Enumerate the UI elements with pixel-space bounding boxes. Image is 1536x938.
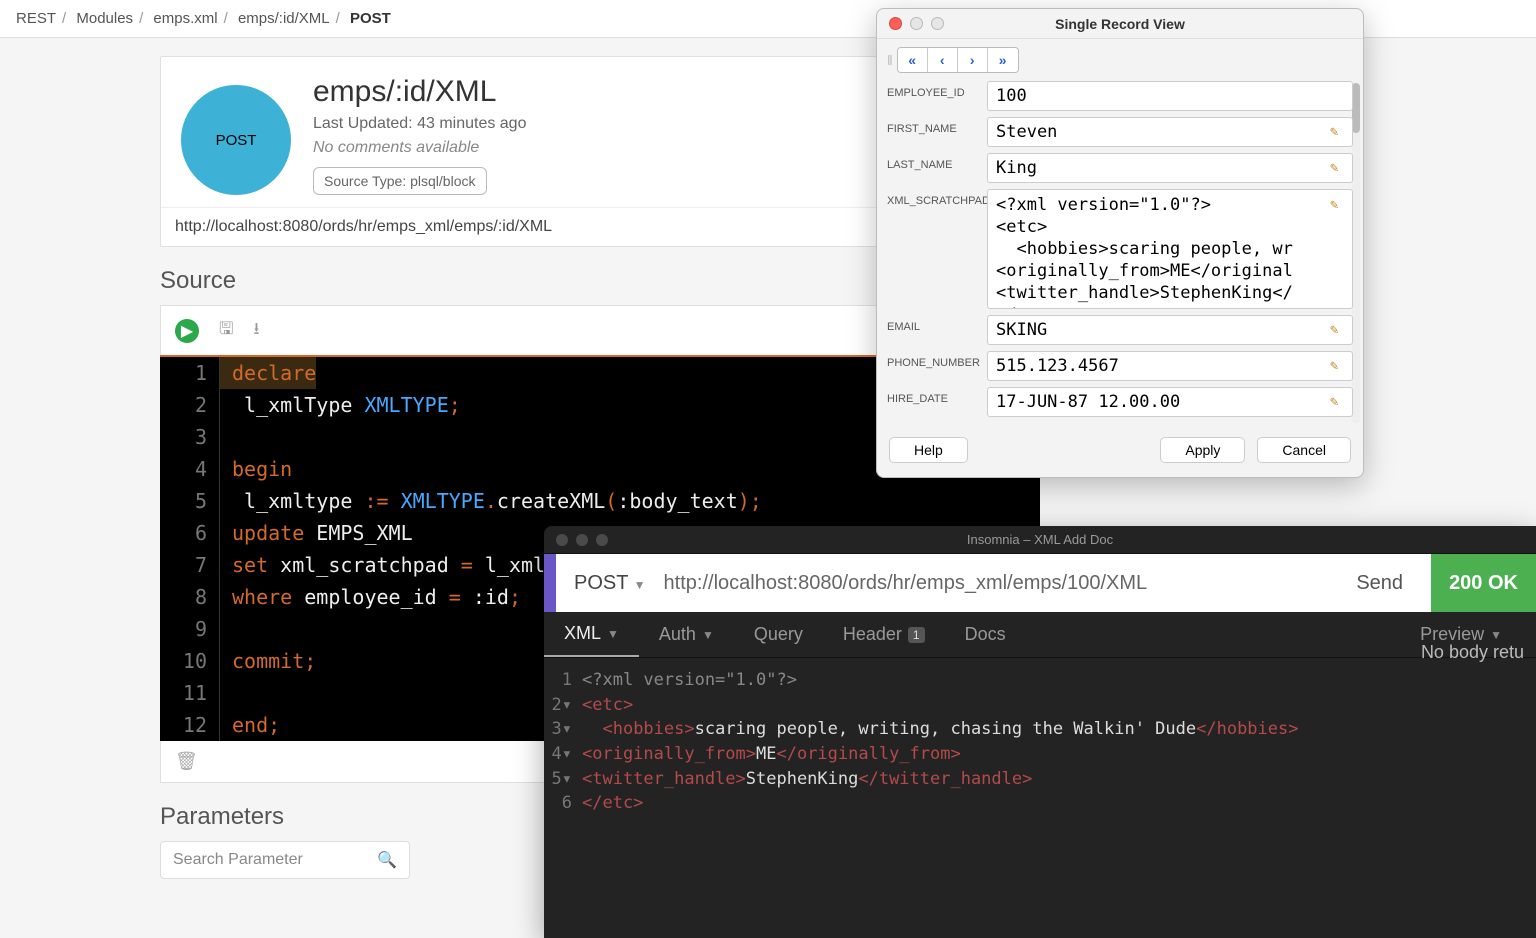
field-value[interactable]: Steven✎ [987,117,1353,147]
env-stripe [544,554,556,612]
field-row: FIRST_NAMESteven✎ [887,117,1353,147]
field-value[interactable]: SKING✎ [987,315,1353,345]
request-body-editor[interactable]: 12▾3▾4▾5▾6 <?xml version="1.0"?><etc> <h… [544,658,1536,826]
srv-title: Single Record View [877,16,1363,32]
tab-query[interactable]: Query [734,612,823,657]
header-count-badge: 1 [908,627,925,643]
field-value[interactable]: King✎ [987,153,1353,183]
srv-scrollbar[interactable] [1352,83,1360,423]
field-label: PHONE_NUMBER [887,351,987,369]
pencil-icon[interactable]: ✎ [1330,160,1346,176]
field-label: XML_SCRATCHPAD [887,189,987,207]
nav-next-button[interactable]: › [958,48,988,72]
nav-prev-button[interactable]: ‹ [928,48,958,72]
field-value[interactable]: 17-JUN-87 12.00.00✎ [987,387,1353,417]
last-updated: Last Updated: 43 minutes ago [313,115,526,133]
field-label: FIRST_NAME [887,117,987,135]
pencil-icon[interactable]: ✎ [1330,196,1346,212]
pencil-icon[interactable]: ✎ [1330,124,1346,140]
field-row: HIRE_DATE17-JUN-87 12.00.00✎ [887,387,1353,417]
save-icon[interactable]: 🖫 [219,316,233,345]
pencil-icon[interactable]: ✎ [1330,322,1346,338]
field-row: EMAILSKING✎ [887,315,1353,345]
search-icon: 🔍 [377,850,397,870]
field-label: LAST_NAME [887,153,987,171]
crumb-rest[interactable]: REST [16,10,56,27]
crumb-modules[interactable]: Modules [76,10,133,27]
nav-first-button[interactable]: « [898,48,928,72]
send-button[interactable]: Send [1356,572,1413,595]
run-button[interactable]: ▶ [175,319,199,343]
field-value[interactable]: 100 [987,81,1353,111]
comments-placeholder: No comments available [313,139,526,157]
parameter-search-input[interactable]: Search Parameter 🔍 [160,841,410,879]
tab-auth[interactable]: Auth ▼ [639,612,734,657]
field-label: EMPLOYEE_ID [887,81,987,99]
parameter-search-placeholder: Search Parameter [173,851,303,869]
field-row: PHONE_NUMBER515.123.4567✎ [887,351,1353,381]
apply-button[interactable]: Apply [1160,437,1245,463]
tab-docs[interactable]: Docs [945,612,1026,657]
tab-header[interactable]: Header 1 [823,612,945,657]
help-button[interactable]: Help [889,437,968,463]
request-url-input[interactable]: http://localhost:8080/ords/hr/emps_xml/e… [664,572,1339,595]
response-status-badge: 200 OK [1431,554,1536,612]
field-value[interactable]: 515.123.4567✎ [987,351,1353,381]
field-row: XML_SCRATCHPAD<?xml version="1.0"?> <etc… [887,189,1353,309]
handler-title: emps/:id/XML [313,75,526,109]
crumb-template[interactable]: emps/:id/XML [238,10,330,27]
http-method-badge: POST [181,85,291,195]
pencil-icon[interactable]: ✎ [1330,358,1346,374]
download-icon[interactable]: ⭳ [253,316,259,345]
insomnia-window: Insomnia – XML Add Doc POST ▼ http://loc… [544,526,1536,938]
response-body-text: No body retu [1421,642,1524,663]
request-method[interactable]: POST ▼ [574,572,646,595]
pencil-icon[interactable]: ✎ [1330,394,1346,410]
insomnia-title: Insomnia – XML Add Doc [544,532,1536,547]
field-row: EMPLOYEE_ID100 [887,81,1353,111]
source-type-pill: Source Type: plsql/block [313,167,487,195]
tab-body-xml[interactable]: XML ▼ [544,612,639,657]
crumb-post: POST [350,10,391,27]
caret-down-icon: ▼ [634,578,646,592]
field-row: LAST_NAMEKing✎ [887,153,1353,183]
crumb-empsxml[interactable]: emps.xml [153,10,217,27]
srv-nav: ‖ « ‹ › » [877,39,1363,77]
insomnia-titlebar[interactable]: Insomnia – XML Add Doc [544,526,1536,554]
single-record-view-window: Single Record View ‖ « ‹ › » EMPLOYEE_ID… [876,8,1364,478]
trash-icon[interactable]: 🗑 [175,751,198,771]
field-value[interactable]: <?xml version="1.0"?> <etc> <hobbies>sca… [987,189,1353,309]
request-tabs: XML ▼ Auth ▼ Query Header 1 Docs Preview… [544,612,1536,658]
field-label: EMAIL [887,315,987,333]
nav-last-button[interactable]: » [988,48,1018,72]
srv-titlebar[interactable]: Single Record View [877,9,1363,39]
cancel-button[interactable]: Cancel [1257,437,1351,463]
field-label: HIRE_DATE [887,387,987,405]
